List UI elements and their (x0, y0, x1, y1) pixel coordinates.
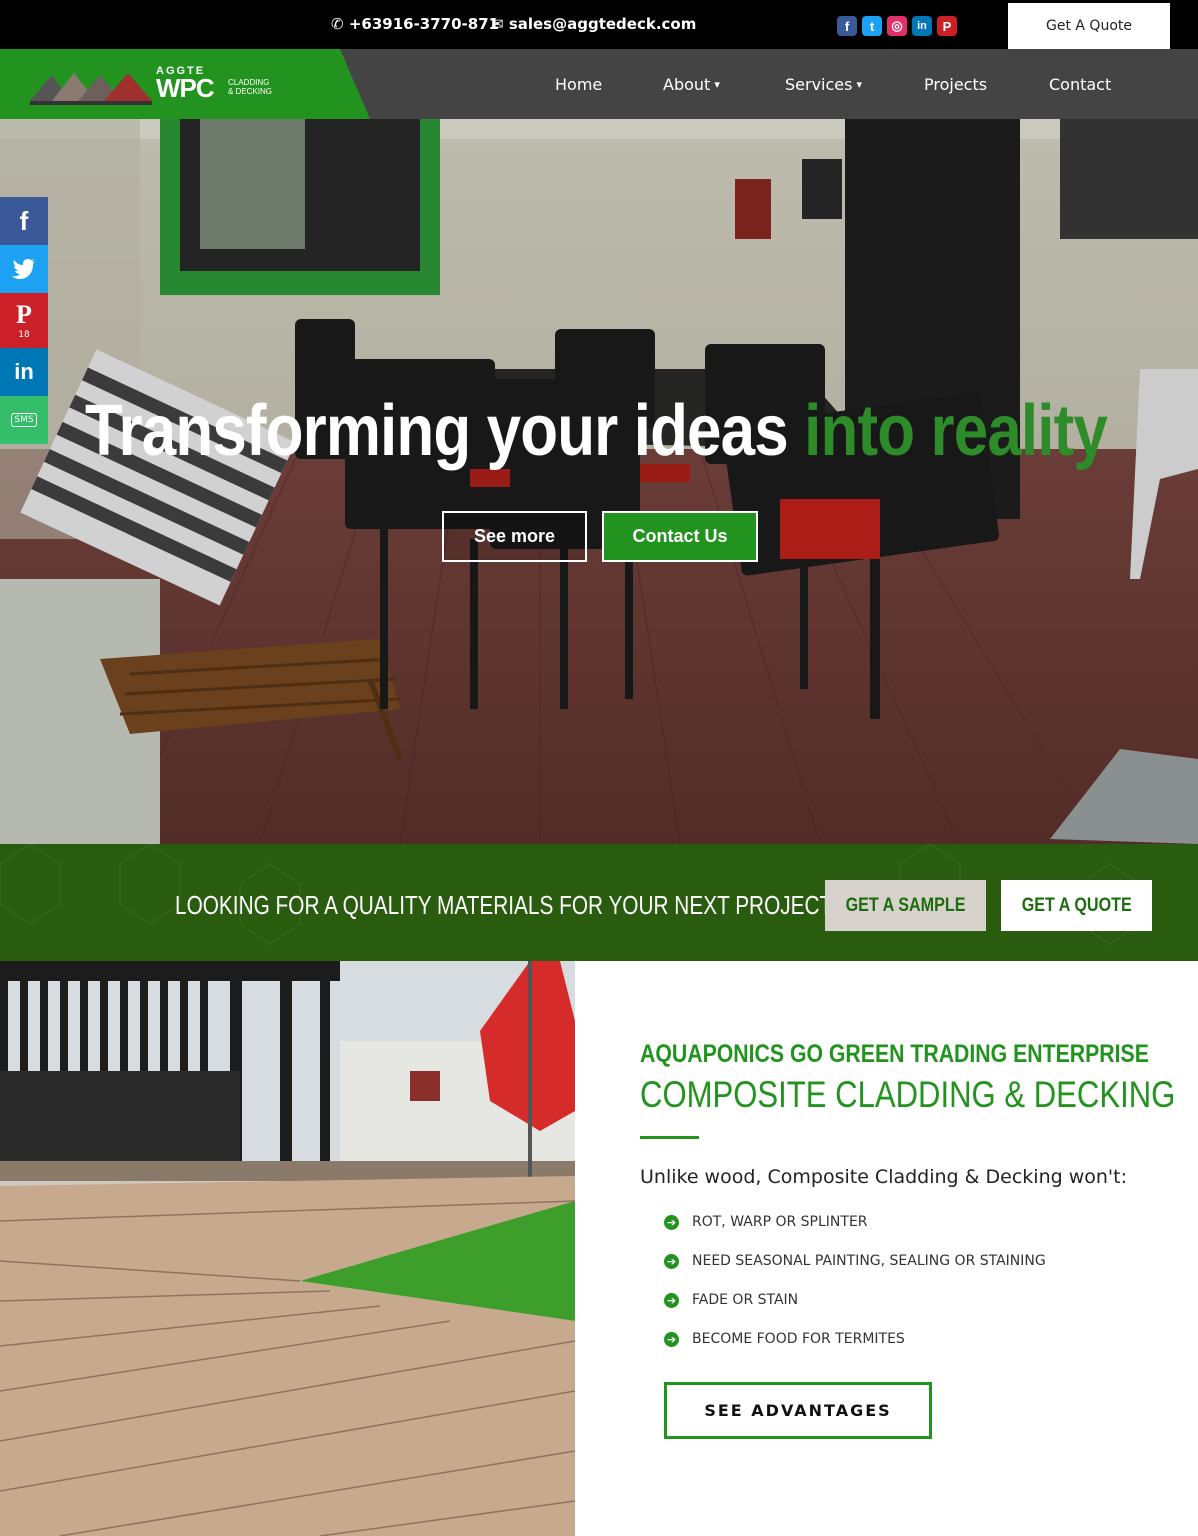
main-navbar: AGGTE WPC CLADDING & DECKING Home About ▾ … (0, 49, 1198, 119)
see-advantages-button[interactable]: SEE ADVANTAGES (664, 1382, 932, 1439)
logo-sub-line1: CLADDING (228, 78, 270, 87)
lead-text: Unlike wood, Composite Cladding & Deckin… (640, 1166, 1127, 1188)
nav-contact[interactable]: Contact (1049, 49, 1111, 119)
list-item: ➔ BECOME FOOD FOR TERMITES (664, 1329, 905, 1349)
nav-services-label: Services (785, 74, 853, 94)
facebook-icon: f (19, 205, 29, 236)
cta-banner-text: LOOKING FOR A QUALITY MATERIALS FOR YOUR… (175, 890, 844, 920)
logo-mountains-icon (30, 73, 152, 105)
get-sample-button[interactable]: GET A SAMPLE (825, 880, 986, 931)
arrow-circle-icon: ➔ (664, 1214, 679, 1230)
headline-divider (640, 1136, 699, 1139)
hero-title-green: into reality (804, 391, 1108, 471)
hero-title: Transforming your ideas into reality (85, 390, 1108, 472)
pinterest-icon[interactable]: P (937, 16, 957, 36)
linkedin-icon: in (14, 359, 34, 384)
hero-title-white: Transforming your ideas (85, 391, 805, 471)
nav-projects-label: Projects (924, 74, 988, 94)
instagram-icon[interactable]: ◎ (887, 16, 907, 36)
list-item: ➔ NEED SEASONAL PAINTING, SEALING OR STAI… (664, 1251, 1046, 1271)
list-item-text: FADE OR STAIN (692, 1292, 799, 1308)
nav-about-label: About (663, 74, 711, 94)
nav-projects[interactable]: Projects (924, 49, 987, 119)
share-twitter[interactable] (0, 245, 48, 293)
hero-section: Transforming your ideas into reality See… (0, 119, 1198, 844)
contact-us-button[interactable]: Contact Us (602, 511, 758, 562)
contact-us-label: Contact Us (632, 526, 728, 546)
see-more-label: See more (473, 526, 556, 546)
get-quote-label: Get A Quote (1046, 18, 1132, 34)
logo-sub-text: CLADDING & DECKING (228, 78, 272, 96)
chevron-down-icon: ▾ (856, 77, 862, 91)
list-item-text: ROT, WARP OR SPLINTER (692, 1214, 868, 1230)
nav-home[interactable]: Home (555, 49, 602, 119)
list-item-text: BECOME FOOD FOR TERMITES (692, 1331, 905, 1347)
get-quote-banner-button[interactable]: GET A QUOTE (1001, 880, 1152, 931)
twitter-icon (12, 259, 35, 279)
pinterest-share-count: 18 (18, 329, 30, 340)
get-quote-banner-label: GET A QUOTE (1021, 894, 1132, 916)
arrow-circle-icon: ➔ (664, 1292, 679, 1308)
list-item-text: NEED SEASONAL PAINTING, SEALING OR STAIN… (692, 1253, 1046, 1269)
company-kicker: AQUAPONICS GO GREEN TRADING ENTERPRISE (640, 1040, 1149, 1068)
share-pinterest[interactable]: P 18 (0, 293, 48, 348)
hero-background-image (0, 119, 1198, 844)
email-link[interactable]: ✉ sales@aggtedeck.com (491, 15, 696, 33)
linkedin-icon[interactable]: in (912, 16, 932, 36)
logo[interactable]: AGGTE WPC CLADDING & DECKING (0, 49, 370, 119)
list-item: ➔ FADE OR STAIN (664, 1290, 798, 1310)
deck-image (0, 961, 575, 1536)
logo-sub-line2: & DECKING (228, 87, 273, 96)
arrow-circle-icon: ➔ (664, 1253, 679, 1269)
phone-icon: ✆ (331, 15, 344, 33)
facebook-icon[interactable]: f (837, 16, 857, 36)
get-sample-label: GET A SAMPLE (845, 894, 966, 916)
phone-number: +63916-3770-871 (348, 15, 500, 33)
nav-services[interactable]: Services ▾ (785, 49, 862, 119)
sms-icon: SMS (11, 413, 37, 427)
share-linkedin[interactable]: in (0, 348, 48, 396)
nav-contact-label: Contact (1049, 74, 1112, 94)
nav-home-label: Home (555, 74, 603, 94)
phone-link[interactable]: ✆ +63916-3770-871 (331, 15, 499, 33)
arrow-circle-icon: ➔ (664, 1331, 679, 1347)
social-links: f t ◎ in P (837, 16, 957, 36)
pinterest-icon: P (16, 299, 32, 329)
see-advantages-label: SEE ADVANTAGES (704, 1401, 892, 1420)
section-headline: COMPOSITE CLADDING & DECKING (640, 1074, 1176, 1115)
share-sms[interactable]: SMS (0, 396, 48, 444)
deck-photo (0, 961, 575, 1536)
chevron-down-icon: ▾ (714, 77, 720, 91)
top-bar: ✆ +63916-3770-871 ✉ sales@aggtedeck.com … (0, 0, 1198, 49)
email-address: sales@aggtedeck.com (508, 15, 697, 33)
logo-main-text: WPC (156, 73, 215, 103)
list-item: ➔ ROT, WARP OR SPLINTER (664, 1212, 868, 1232)
see-more-button[interactable]: See more (442, 511, 587, 562)
envelope-icon: ✉ (491, 15, 504, 33)
share-facebook[interactable]: f (0, 197, 48, 245)
twitter-icon[interactable]: t (862, 16, 882, 36)
nav-about[interactable]: About ▾ (663, 49, 720, 119)
get-quote-button[interactable]: Get A Quote (1008, 3, 1170, 49)
